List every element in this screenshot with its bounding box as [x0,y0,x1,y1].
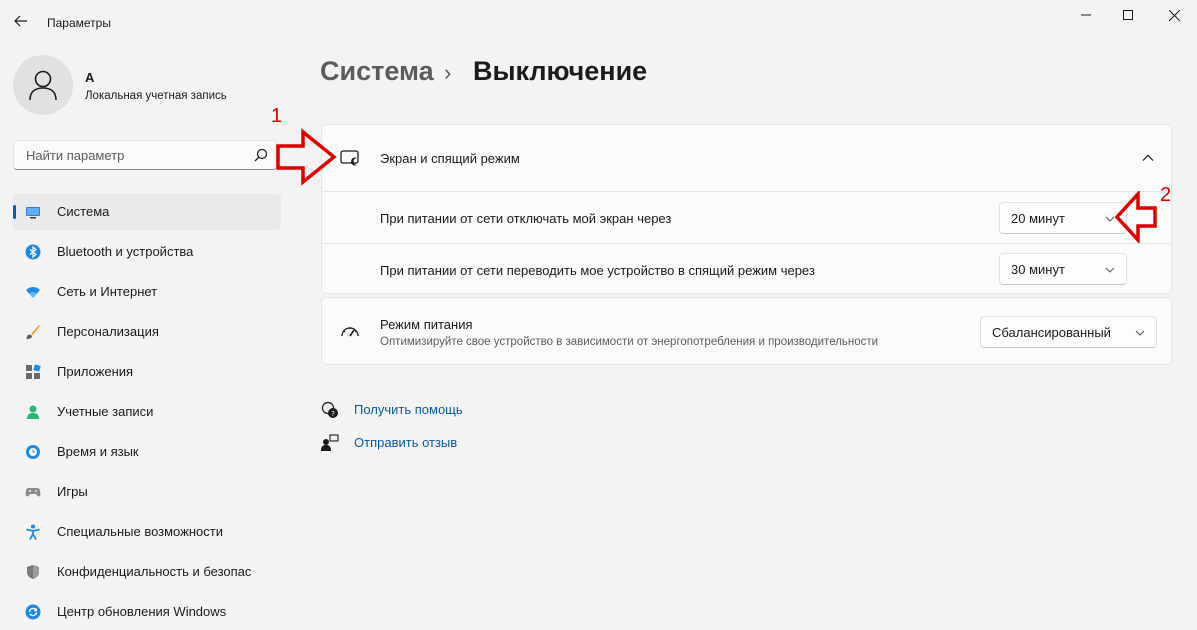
wifi-icon [26,287,40,298]
account-type: Локальная учетная запись [85,90,227,102]
power-mode-value: Сбалансированный [992,325,1111,340]
screen-sleep-icon [340,150,359,166]
screen-off-value: 20 минут [1011,211,1065,226]
screen-sleep-card: Экран и спящий режим При питании от сети… [321,124,1172,294]
annotation-2-number: 2 [1160,184,1172,206]
search-box[interactable] [13,140,277,170]
sidebar-item-gaming[interactable]: Игры [13,474,281,510]
screen-off-dropdown[interactable]: 20 минут [999,202,1127,234]
annotation-2-arrow-icon [1114,191,1157,243]
chevron-down-icon [1105,267,1115,273]
title-bar: Параметры [0,0,1197,44]
annotation-1-arrow-icon [276,128,337,186]
chevron-up-icon[interactable] [1142,153,1154,163]
breadcrumb-parent[interactable]: Система [320,56,434,87]
accessibility-icon [26,524,40,540]
sidebar-item-bluetooth[interactable]: Bluetooth и устройства [13,234,281,270]
user-icon [29,70,57,101]
sleep-label: При питании от сети переводить мое устро… [380,263,815,278]
maximize-icon [1123,10,1133,20]
screen-sleep-title: Экран и спящий режим [380,151,520,166]
sidebar-item-label: Центр обновления Windows [57,604,227,619]
monitor-icon [26,207,40,219]
person-icon [27,405,39,419]
power-mode-description: Оптимизируйте свое устройство в зависимо… [380,336,879,348]
screen-sleep-header[interactable]: Экран и спящий режим [322,125,1171,191]
bluetooth-icon [25,244,41,260]
send-feedback-link[interactable]: Отправить отзыв [354,435,457,450]
apps-icon [26,364,41,379]
divider [322,191,1171,192]
sidebar-item-accounts[interactable]: Учетные записи [13,394,281,430]
annotation-1-number: 1 [271,105,283,127]
sidebar-item-label: Конфиденциальность и безопас [57,564,252,579]
divider [322,243,1171,244]
selection-indicator [13,205,16,219]
maximize-button[interactable] [1113,6,1143,24]
close-icon [1168,9,1180,21]
minimize-button[interactable] [1071,6,1101,24]
screen-off-label: При питании от сети отключать мой экран … [380,211,672,226]
sidebar-item-label: Персонализация [57,324,159,339]
close-button[interactable] [1159,6,1189,24]
sidebar-item-label: Учетные записи [57,404,154,419]
sidebar-item-label: Специальные возможности [57,524,223,539]
search-icon[interactable] [254,148,268,162]
sleep-value: 30 минут [1011,262,1065,277]
chevron-down-icon [1135,330,1145,336]
app-title: Параметры [47,16,111,30]
sidebar-item-accessibility[interactable]: Специальные возможности [13,514,281,550]
sidebar-item-privacy[interactable]: Конфиденциальность и безопас [13,554,281,590]
update-icon [25,604,41,620]
sidebar-item-label: Приложения [57,364,134,379]
brush-icon [26,325,40,339]
sidebar-item-label: Система [57,204,110,219]
power-mode-card: Режим питания Оптимизируйте свое устройс… [321,297,1172,365]
power-mode-dropdown[interactable]: Сбалансированный [980,316,1157,348]
get-help-link[interactable]: Получить помощь [354,402,463,417]
avatar[interactable] [13,55,73,115]
sidebar-item-apps[interactable]: Приложения [13,354,281,390]
power-gauge-icon [341,327,359,337]
user-name: А [85,70,95,85]
sidebar-item-network[interactable]: Сеть и Интернет [13,274,281,310]
svg-text:?: ? [331,410,335,418]
sidebar-item-label: Bluetooth и устройства [57,244,194,259]
globe-clock-icon [26,445,40,459]
sidebar-item-personalization[interactable]: Персонализация [13,314,281,350]
arrow-left-icon [14,15,27,27]
sidebar-item-time-language[interactable]: Время и язык [13,434,281,470]
minimize-icon [1081,14,1091,16]
sleep-dropdown[interactable]: 30 минут [999,253,1127,285]
back-button[interactable] [10,10,32,32]
sidebar-item-label: Время и язык [57,444,139,459]
power-mode-title: Режим питания [380,317,473,332]
sidebar-item-label: Сеть и Интернет [57,284,158,299]
feedback-icon [321,434,339,451]
sidebar-item-windows-update[interactable]: Центр обновления Windows [13,594,281,630]
sidebar-item-label: Игры [57,484,88,499]
search-input[interactable] [24,147,248,164]
breadcrumb-separator: › [444,60,452,85]
sidebar-item-system[interactable]: Система [13,194,281,230]
page-title: Выключение [473,56,648,86]
gamepad-icon [25,488,41,497]
shield-icon [27,565,39,579]
help-icon: ? [321,401,338,418]
